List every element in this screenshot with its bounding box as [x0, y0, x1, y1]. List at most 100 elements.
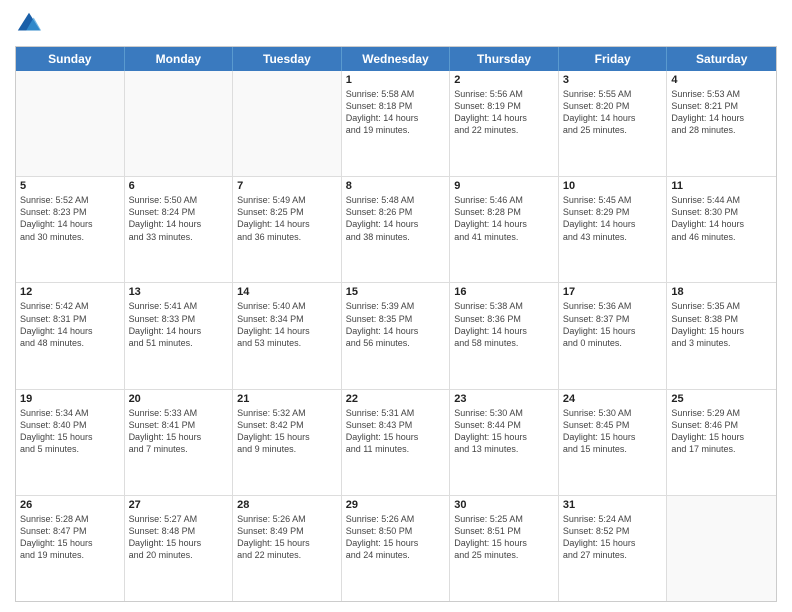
day-number: 31	[563, 499, 663, 511]
calendar-cell: 21Sunrise: 5:32 AM Sunset: 8:42 PM Dayli…	[233, 390, 342, 495]
calendar-cell	[16, 71, 125, 176]
calendar-header-cell: Friday	[559, 47, 668, 71]
day-info: Sunrise: 5:44 AM Sunset: 8:30 PM Dayligh…	[671, 194, 772, 243]
day-info: Sunrise: 5:40 AM Sunset: 8:34 PM Dayligh…	[237, 300, 337, 349]
day-info: Sunrise: 5:49 AM Sunset: 8:25 PM Dayligh…	[237, 194, 337, 243]
calendar-cell	[125, 71, 234, 176]
day-number: 22	[346, 393, 446, 405]
day-number: 10	[563, 180, 663, 192]
calendar-cell: 29Sunrise: 5:26 AM Sunset: 8:50 PM Dayli…	[342, 496, 451, 601]
calendar: SundayMondayTuesdayWednesdayThursdayFrid…	[15, 46, 777, 602]
day-number: 1	[346, 74, 446, 86]
day-number: 8	[346, 180, 446, 192]
day-number: 11	[671, 180, 772, 192]
day-info: Sunrise: 5:45 AM Sunset: 8:29 PM Dayligh…	[563, 194, 663, 243]
day-number: 30	[454, 499, 554, 511]
calendar-header-cell: Tuesday	[233, 47, 342, 71]
day-info: Sunrise: 5:36 AM Sunset: 8:37 PM Dayligh…	[563, 300, 663, 349]
day-info: Sunrise: 5:58 AM Sunset: 8:18 PM Dayligh…	[346, 88, 446, 137]
day-number: 15	[346, 286, 446, 298]
day-info: Sunrise: 5:27 AM Sunset: 8:48 PM Dayligh…	[129, 513, 229, 562]
calendar-cell: 26 Sunrise: 5:28 AM Sunset: 8:47 PM Dayli…	[16, 496, 125, 601]
calendar-cell: 24 Sunrise: 5:30 AM Sunset: 8:45 PM Dayli…	[559, 390, 668, 495]
day-info: Sunrise: 5:56 AM Sunset: 8:19 PM Dayligh…	[454, 88, 554, 137]
day-info: Sunrise: 5:42 AM Sunset: 8:31 PM Dayligh…	[20, 300, 120, 349]
calendar-cell: 6 Sunrise: 5:50 AM Sunset: 8:24 PM Daylig…	[125, 177, 234, 282]
day-number: 25	[671, 393, 772, 405]
day-number: 14	[237, 286, 337, 298]
calendar-row: 19Sunrise: 5:34 AM Sunset: 8:40 PM Dayli…	[16, 390, 776, 496]
calendar-cell: 22 Sunrise: 5:31 AM Sunset: 8:43 PM Dayli…	[342, 390, 451, 495]
day-number: 2	[454, 74, 554, 86]
day-info: Sunrise: 5:26 AM Sunset: 8:49 PM Dayligh…	[237, 513, 337, 562]
day-info: Sunrise: 5:26 AM Sunset: 8:50 PM Dayligh…	[346, 513, 446, 562]
calendar-cell: 7 Sunrise: 5:49 AM Sunset: 8:25 PM Daylig…	[233, 177, 342, 282]
calendar-cell: 11 Sunrise: 5:44 AM Sunset: 8:30 PM Dayli…	[667, 177, 776, 282]
calendar-header-cell: Thursday	[450, 47, 559, 71]
day-info: Sunrise: 5:52 AM Sunset: 8:23 PM Dayligh…	[20, 194, 120, 243]
calendar-cell	[233, 71, 342, 176]
day-number: 23	[454, 393, 554, 405]
day-number: 13	[129, 286, 229, 298]
calendar-body: 1 Sunrise: 5:58 AM Sunset: 8:18 PM Daylig…	[16, 71, 776, 601]
day-info: Sunrise: 5:39 AM Sunset: 8:35 PM Dayligh…	[346, 300, 446, 349]
calendar-row: 26 Sunrise: 5:28 AM Sunset: 8:47 PM Dayli…	[16, 496, 776, 601]
calendar-row: 5Sunrise: 5:52 AM Sunset: 8:23 PM Daylig…	[16, 177, 776, 283]
calendar-cell: 13Sunrise: 5:41 AM Sunset: 8:33 PM Dayli…	[125, 283, 234, 388]
calendar-cell: 17 Sunrise: 5:36 AM Sunset: 8:37 PM Dayli…	[559, 283, 668, 388]
day-info: Sunrise: 5:55 AM Sunset: 8:20 PM Dayligh…	[563, 88, 663, 137]
calendar-header-cell: Saturday	[667, 47, 776, 71]
calendar-cell: 9Sunrise: 5:46 AM Sunset: 8:28 PM Daylig…	[450, 177, 559, 282]
calendar-cell: 19Sunrise: 5:34 AM Sunset: 8:40 PM Dayli…	[16, 390, 125, 495]
day-number: 18	[671, 286, 772, 298]
day-number: 28	[237, 499, 337, 511]
day-number: 7	[237, 180, 337, 192]
calendar-header-cell: Monday	[125, 47, 234, 71]
day-info: Sunrise: 5:28 AM Sunset: 8:47 PM Dayligh…	[20, 513, 120, 562]
calendar-cell: 15 Sunrise: 5:39 AM Sunset: 8:35 PM Dayli…	[342, 283, 451, 388]
day-info: Sunrise: 5:50 AM Sunset: 8:24 PM Dayligh…	[129, 194, 229, 243]
calendar-cell: 31 Sunrise: 5:24 AM Sunset: 8:52 PM Dayli…	[559, 496, 668, 601]
calendar-cell: 25 Sunrise: 5:29 AM Sunset: 8:46 PM Dayli…	[667, 390, 776, 495]
calendar-cell: 3 Sunrise: 5:55 AM Sunset: 8:20 PM Daylig…	[559, 71, 668, 176]
calendar-cell: 8 Sunrise: 5:48 AM Sunset: 8:26 PM Daylig…	[342, 177, 451, 282]
day-info: Sunrise: 5:31 AM Sunset: 8:43 PM Dayligh…	[346, 407, 446, 456]
calendar-header: SundayMondayTuesdayWednesdayThursdayFrid…	[16, 47, 776, 71]
calendar-cell: 18 Sunrise: 5:35 AM Sunset: 8:38 PM Dayli…	[667, 283, 776, 388]
calendar-cell: 5Sunrise: 5:52 AM Sunset: 8:23 PM Daylig…	[16, 177, 125, 282]
day-info: Sunrise: 5:25 AM Sunset: 8:51 PM Dayligh…	[454, 513, 554, 562]
day-number: 17	[563, 286, 663, 298]
calendar-cell: 30 Sunrise: 5:25 AM Sunset: 8:51 PM Dayli…	[450, 496, 559, 601]
day-number: 6	[129, 180, 229, 192]
calendar-cell: 20Sunrise: 5:33 AM Sunset: 8:41 PM Dayli…	[125, 390, 234, 495]
day-info: Sunrise: 5:29 AM Sunset: 8:46 PM Dayligh…	[671, 407, 772, 456]
calendar-cell: 4Sunrise: 5:53 AM Sunset: 8:21 PM Daylig…	[667, 71, 776, 176]
calendar-cell: 1 Sunrise: 5:58 AM Sunset: 8:18 PM Daylig…	[342, 71, 451, 176]
day-info: Sunrise: 5:48 AM Sunset: 8:26 PM Dayligh…	[346, 194, 446, 243]
day-number: 26	[20, 499, 120, 511]
header	[15, 10, 777, 38]
day-number: 12	[20, 286, 120, 298]
day-number: 21	[237, 393, 337, 405]
day-number: 24	[563, 393, 663, 405]
day-number: 16	[454, 286, 554, 298]
day-info: Sunrise: 5:30 AM Sunset: 8:44 PM Dayligh…	[454, 407, 554, 456]
calendar-cell: 27Sunrise: 5:27 AM Sunset: 8:48 PM Dayli…	[125, 496, 234, 601]
day-info: Sunrise: 5:30 AM Sunset: 8:45 PM Dayligh…	[563, 407, 663, 456]
logo	[15, 10, 47, 38]
calendar-cell: 28 Sunrise: 5:26 AM Sunset: 8:49 PM Dayli…	[233, 496, 342, 601]
day-number: 3	[563, 74, 663, 86]
day-info: Sunrise: 5:24 AM Sunset: 8:52 PM Dayligh…	[563, 513, 663, 562]
calendar-header-cell: Sunday	[16, 47, 125, 71]
day-info: Sunrise: 5:33 AM Sunset: 8:41 PM Dayligh…	[129, 407, 229, 456]
day-number: 19	[20, 393, 120, 405]
calendar-cell: 10 Sunrise: 5:45 AM Sunset: 8:29 PM Dayli…	[559, 177, 668, 282]
page: SundayMondayTuesdayWednesdayThursdayFrid…	[0, 0, 792, 612]
calendar-row: 12 Sunrise: 5:42 AM Sunset: 8:31 PM Dayli…	[16, 283, 776, 389]
calendar-cell: 14 Sunrise: 5:40 AM Sunset: 8:34 PM Dayli…	[233, 283, 342, 388]
calendar-cell: 12 Sunrise: 5:42 AM Sunset: 8:31 PM Dayli…	[16, 283, 125, 388]
day-info: Sunrise: 5:35 AM Sunset: 8:38 PM Dayligh…	[671, 300, 772, 349]
calendar-cell	[667, 496, 776, 601]
day-info: Sunrise: 5:46 AM Sunset: 8:28 PM Dayligh…	[454, 194, 554, 243]
day-info: Sunrise: 5:38 AM Sunset: 8:36 PM Dayligh…	[454, 300, 554, 349]
